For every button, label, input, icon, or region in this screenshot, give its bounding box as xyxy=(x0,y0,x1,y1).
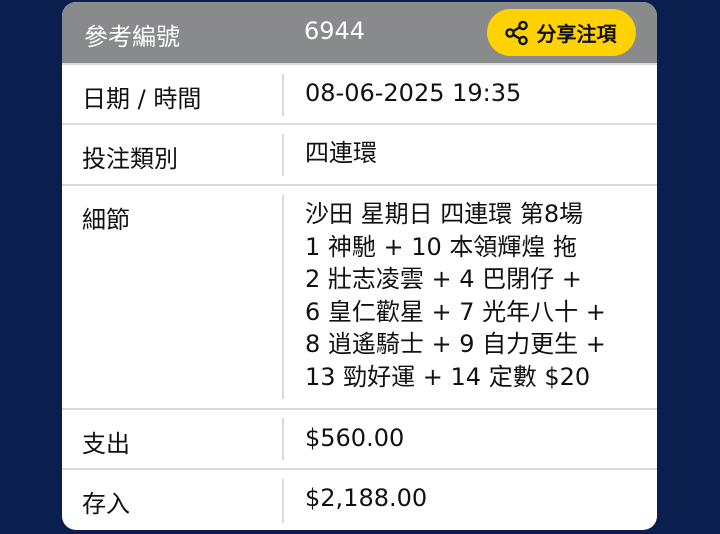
details-row: 細節 沙田 星期日 四連環 第8場 1 神馳 + 10 本領輝煌 拖 2 壯志凌… xyxy=(62,184,657,408)
date-time-label: 日期 / 時間 xyxy=(82,85,202,113)
details-line: 13 勁好運 + 14 定數 $20 xyxy=(305,362,591,391)
bet-type-row: 投注類別 四連環 xyxy=(62,123,657,184)
deposit-value: $2,188.00 xyxy=(305,484,428,512)
details-line: 2 壯志凌雲 + 4 巴閉仔 + xyxy=(305,265,582,293)
date-time-value: 08-06-2025 19:35 xyxy=(305,79,522,107)
reference-number-label: 參考編號 xyxy=(84,23,180,51)
card-header: 參考編號 6944 分享注項 xyxy=(62,2,657,63)
details-value: 沙田 星期日 四連環 第8場 1 神馳 + 10 本領輝煌 拖 2 壯志凌雲 +… xyxy=(305,198,606,393)
payout-value: $560.00 xyxy=(305,424,405,452)
share-button-label: 分享注項 xyxy=(536,22,617,46)
column-divider xyxy=(282,418,284,460)
share-icon xyxy=(503,19,531,47)
deposit-label: 存入 xyxy=(82,490,130,518)
payout-label: 支出 xyxy=(82,430,130,458)
share-bet-button[interactable]: 分享注項 xyxy=(487,9,636,56)
date-time-row: 日期 / 時間 08-06-2025 19:35 xyxy=(62,63,657,123)
payout-row: 支出 $560.00 xyxy=(62,408,657,468)
details-line: 6 皇仁歡星 + 7 光年八十 + xyxy=(305,297,606,326)
column-divider xyxy=(282,479,284,523)
column-divider xyxy=(282,195,284,399)
details-label: 細節 xyxy=(82,206,130,234)
details-line: 1 神馳 + 10 本領輝煌 拖 xyxy=(305,232,578,261)
details-line: 沙田 星期日 四連環 第8場 xyxy=(305,200,584,228)
reference-number-value: 6944 xyxy=(304,17,366,45)
bet-type-value: 四連環 xyxy=(305,139,377,167)
bet-type-label: 投注類別 xyxy=(82,145,178,173)
details-line: 8 逍遙騎士 + 9 自力更生 + xyxy=(305,330,606,358)
column-divider xyxy=(282,74,284,116)
deposit-row: 存入 $2,188.00 xyxy=(62,468,657,530)
column-divider xyxy=(282,134,284,176)
bet-detail-card: 參考編號 6944 分享注項 日期 / 時間 08-06-2025 19:35 … xyxy=(62,2,657,530)
